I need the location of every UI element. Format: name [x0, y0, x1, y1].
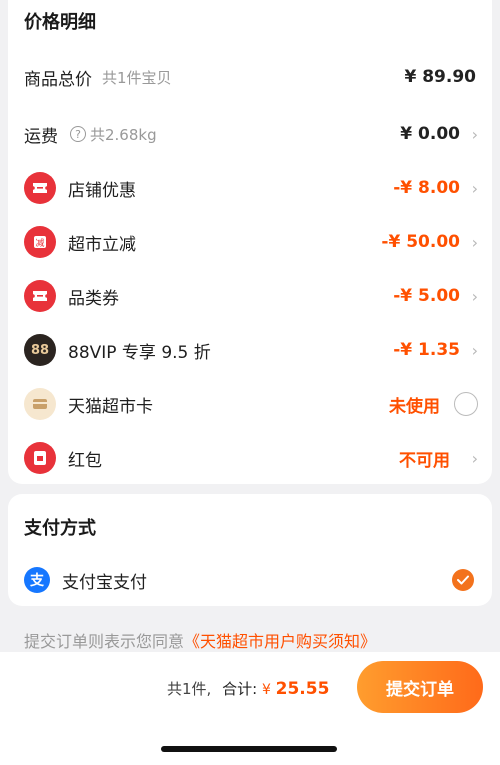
chevron-right-icon: ›: [471, 124, 478, 144]
payment-title: 支付方式: [24, 518, 96, 539]
shipping-label: 运费: [24, 126, 58, 147]
red-packet-status: 不可用: [399, 450, 450, 471]
chevron-right-icon: ›: [471, 340, 478, 360]
tmall-card-row[interactable]: 天猫超市卡 未使用: [8, 384, 492, 424]
checkmark-icon[interactable]: [452, 569, 474, 591]
category-coupon-row[interactable]: 品类券 -¥ 5.00 ›: [8, 276, 492, 316]
goods-total-value: ¥ 89.90: [404, 67, 476, 87]
chevron-right-icon: ›: [471, 232, 478, 252]
home-indicator: [161, 746, 337, 752]
supermarket-discount-value: -¥ 50.00: [381, 232, 460, 252]
store-discount-label: 店铺优惠: [68, 180, 136, 201]
coupon-icon: [24, 172, 56, 204]
order-total: 共1件, 合计: ¥ 25.55: [167, 678, 329, 699]
question-icon[interactable]: ?: [70, 126, 86, 142]
goods-count: 共1件宝贝: [102, 68, 172, 87]
currency-symbol: ¥: [261, 682, 271, 698]
supermarket-discount-row[interactable]: 减 超市立减 -¥ 50.00 ›: [8, 222, 492, 262]
discount-tag-icon: 减: [24, 226, 56, 258]
item-count: 共1件,: [167, 680, 212, 698]
tmall-card-label: 天猫超市卡: [68, 396, 153, 417]
svg-text:减: 减: [35, 237, 44, 249]
total-label: 合计:: [222, 680, 258, 698]
chevron-right-icon: ›: [471, 448, 478, 468]
goods-total-label: 商品总价: [24, 69, 92, 90]
coupon-icon: [24, 280, 56, 312]
agreement-link[interactable]: 《天猫超市用户购买须知》: [184, 632, 376, 651]
shipping-weight: 共2.68kg: [90, 125, 157, 144]
tmall-card-status: 未使用: [389, 396, 440, 417]
agreement-prefix: 提交订单则表示您同意: [24, 632, 185, 651]
vip88-icon: 88: [24, 334, 56, 366]
price-detail-title: 价格明细: [24, 12, 96, 33]
payment-card: 支付方式 支 支付宝支付: [8, 494, 492, 606]
alipay-icon: 支: [24, 567, 50, 593]
shipping-value: ¥ 0.00: [400, 124, 460, 144]
shipping-row[interactable]: 运费 ? 共2.68kg ¥ 0.00 ›: [8, 114, 492, 154]
submit-order-button[interactable]: 提交订单: [357, 661, 483, 713]
vip-discount-row[interactable]: 88 88VIP 专享 9.5 折 -¥ 1.35 ›: [8, 330, 492, 370]
category-coupon-value: -¥ 5.00: [393, 286, 460, 306]
store-discount-row[interactable]: 店铺优惠 -¥ 8.00 ›: [8, 168, 492, 208]
red-packet-icon: [24, 442, 56, 474]
category-coupon-label: 品类券: [68, 288, 119, 309]
agreement-text: 提交订单则表示您同意《天猫超市用户购买须知》: [24, 628, 376, 652]
goods-total-row: 商品总价 共1件宝贝 ¥ 89.90: [8, 57, 492, 97]
vip-discount-value: -¥ 1.35: [393, 340, 460, 360]
chevron-right-icon: ›: [471, 286, 478, 306]
price-detail-card: 价格明细 商品总价 共1件宝贝 ¥ 89.90 运费 ? 共2.68kg ¥ 0…: [8, 0, 492, 484]
card-icon: [24, 388, 56, 420]
alipay-row[interactable]: 支 支付宝支付: [8, 560, 492, 600]
red-packet-row[interactable]: 红包 不可用 ›: [8, 438, 492, 478]
tmall-card-radio[interactable]: [454, 392, 478, 416]
red-packet-label: 红包: [68, 450, 102, 471]
chevron-right-icon: ›: [471, 178, 478, 198]
store-discount-value: -¥ 8.00: [393, 178, 460, 198]
supermarket-discount-label: 超市立减: [68, 234, 136, 255]
total-amount: 25.55: [275, 679, 330, 699]
alipay-label: 支付宝支付: [62, 572, 147, 593]
vip-discount-label: 88VIP 专享 9.5 折: [68, 342, 211, 363]
